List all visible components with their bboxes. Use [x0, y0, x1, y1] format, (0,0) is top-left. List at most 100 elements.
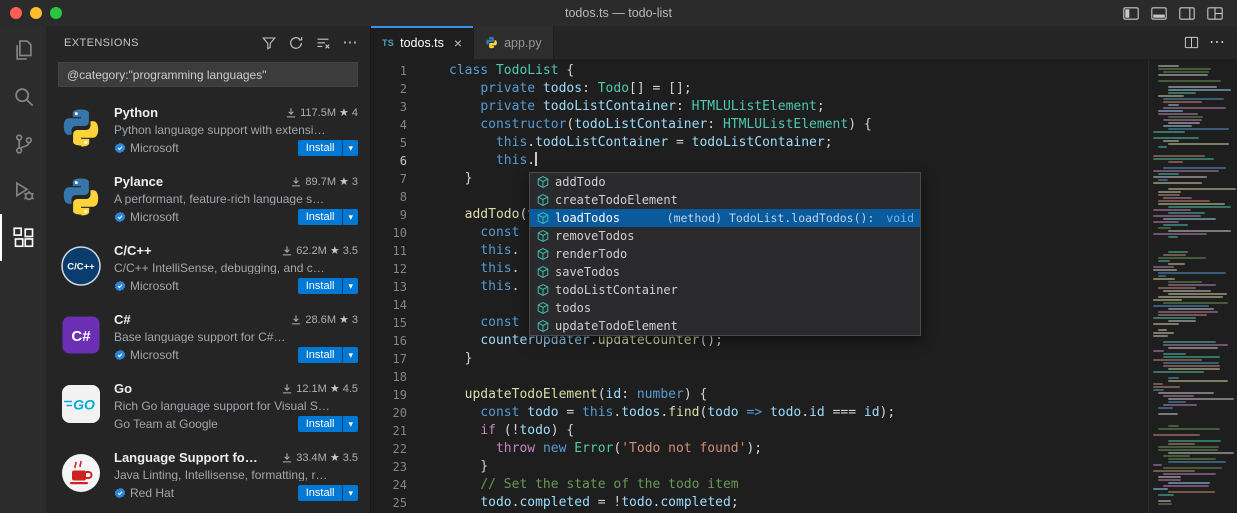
- filter-icon[interactable]: [259, 33, 279, 53]
- code-line[interactable]: private todoListContainer: HTMLUListElem…: [449, 98, 1148, 116]
- activity-source-control[interactable]: [0, 120, 46, 167]
- code-line[interactable]: const todo = this.todos.find(todo => tod…: [449, 404, 1148, 422]
- extension-list-item[interactable]: Pylance 89.7M ★ 3 A performant, feature-…: [46, 165, 370, 234]
- minimap-line: [1158, 392, 1214, 394]
- line-number[interactable]: 8: [371, 188, 407, 206]
- line-number[interactable]: 16: [371, 332, 407, 350]
- code-line[interactable]: }: [449, 458, 1148, 476]
- code-line[interactable]: [449, 368, 1148, 386]
- install-button[interactable]: Install ▾: [298, 278, 358, 294]
- line-number[interactable]: 21: [371, 422, 407, 440]
- line-number[interactable]: 18: [371, 368, 407, 386]
- code-line[interactable]: constructor(todoListContainer: HTMLUList…: [449, 116, 1148, 134]
- minimap-line: [1153, 335, 1168, 337]
- tab-todos-ts[interactable]: TS todos.ts ×: [371, 26, 474, 59]
- install-button[interactable]: Install ▾: [298, 485, 358, 501]
- extension-list-item[interactable]: Python 117.5M ★ 4 Python language suppor…: [46, 96, 370, 165]
- line-number[interactable]: 12: [371, 260, 407, 278]
- line-number[interactable]: 1: [371, 62, 407, 80]
- line-number[interactable]: 24: [371, 476, 407, 494]
- editor-more-actions-icon[interactable]: ⋯: [1209, 36, 1225, 50]
- line-number[interactable]: 10: [371, 224, 407, 242]
- line-number[interactable]: 13: [371, 278, 407, 296]
- more-actions-icon[interactable]: ⋯: [340, 33, 360, 53]
- suggest-item[interactable]: createTodoElement: [530, 191, 920, 209]
- install-dropdown-chevron[interactable]: ▾: [342, 347, 358, 363]
- install-dropdown-chevron[interactable]: ▾: [342, 140, 358, 156]
- code-line[interactable]: }: [449, 350, 1148, 368]
- extension-name: Go: [114, 381, 132, 396]
- suggest-item[interactable]: renderTodo: [530, 245, 920, 263]
- minimap-line: [1158, 413, 1178, 415]
- install-dropdown-chevron[interactable]: ▾: [342, 416, 358, 432]
- line-number[interactable]: 6: [371, 152, 407, 170]
- refresh-icon[interactable]: [286, 33, 306, 53]
- install-button[interactable]: Install ▾: [298, 347, 358, 363]
- code-line[interactable]: todo.completed = !todo.completed;: [449, 494, 1148, 512]
- line-number[interactable]: 23: [371, 458, 407, 476]
- verified-publisher-icon: [114, 280, 126, 292]
- extension-list-item[interactable]: GO Go 12.1M ★ 4.5 Rich Go language suppo…: [46, 372, 370, 441]
- suggest-item[interactable]: todoListContainer: [530, 281, 920, 299]
- line-number[interactable]: 17: [371, 350, 407, 368]
- line-number[interactable]: 25: [371, 494, 407, 512]
- extensions-search-input[interactable]: [58, 62, 358, 87]
- suggest-item[interactable]: addTodo: [530, 173, 920, 191]
- line-number[interactable]: 14: [371, 296, 407, 314]
- activity-extensions[interactable]: [0, 214, 46, 261]
- install-button[interactable]: Install ▾: [298, 416, 358, 432]
- minimap-line: [1163, 473, 1216, 475]
- suggest-item[interactable]: removeTodos: [530, 227, 920, 245]
- symbol-field-icon: [536, 283, 550, 297]
- extension-list-item[interactable]: Language Support fo… 33.4M ★ 3.5 Java Li…: [46, 441, 370, 510]
- suggest-item[interactable]: updateTodoElement: [530, 317, 920, 335]
- extension-list-item[interactable]: C/C++ C/C++ 62.2M ★ 3.5 C/C++ IntelliSen…: [46, 234, 370, 303]
- line-number[interactable]: 19: [371, 386, 407, 404]
- line-number[interactable]: 4: [371, 116, 407, 134]
- toggle-panel-icon[interactable]: [1151, 7, 1167, 20]
- customize-layout-icon[interactable]: [1207, 7, 1223, 20]
- clear-all-icon[interactable]: [313, 33, 333, 53]
- extension-description: C/C++ IntelliSense, debugging, and c…: [114, 261, 358, 274]
- code-line[interactable]: private todos: Todo[] = [];: [449, 80, 1148, 98]
- line-number[interactable]: 9: [371, 206, 407, 224]
- install-dropdown-chevron[interactable]: ▾: [342, 278, 358, 294]
- line-number[interactable]: 3: [371, 98, 407, 116]
- code-line[interactable]: this.: [449, 152, 1148, 170]
- line-number[interactable]: 22: [371, 440, 407, 458]
- install-dropdown-chevron[interactable]: ▾: [342, 209, 358, 225]
- tab-app-py[interactable]: app.py: [474, 26, 554, 59]
- code-line[interactable]: // Set the state of the todo item: [449, 476, 1148, 494]
- extension-list-item[interactable]: C# C# 28.6M ★ 3 Base language support fo…: [46, 303, 370, 372]
- suggest-item[interactable]: loadTodos (method) TodoList.loadTodos():…: [530, 209, 920, 227]
- code-line[interactable]: class TodoList {: [449, 62, 1148, 80]
- publisher-name: Go Team at Google: [114, 417, 218, 431]
- activity-explorer[interactable]: [0, 26, 46, 73]
- toggle-primary-sidebar-icon[interactable]: [1123, 7, 1139, 20]
- toggle-secondary-sidebar-icon[interactable]: [1179, 7, 1195, 20]
- suggest-item[interactable]: saveTodos: [530, 263, 920, 281]
- code-line[interactable]: if (!todo) {: [449, 422, 1148, 440]
- line-number[interactable]: 7: [371, 170, 407, 188]
- close-tab-icon[interactable]: ×: [454, 36, 462, 50]
- line-numbers-gutter[interactable]: 1234567891011121314151617181920212223242…: [371, 59, 415, 513]
- split-editor-icon[interactable]: [1184, 35, 1199, 50]
- minimap[interactable]: [1148, 59, 1237, 513]
- close-window-button[interactable]: [10, 7, 22, 19]
- line-number[interactable]: 5: [371, 134, 407, 152]
- suggest-item[interactable]: todos: [530, 299, 920, 317]
- install-dropdown-chevron[interactable]: ▾: [342, 485, 358, 501]
- activity-search[interactable]: [0, 73, 46, 120]
- line-number[interactable]: 15: [371, 314, 407, 332]
- code-line[interactable]: this.todoListContainer = todoListContain…: [449, 134, 1148, 152]
- line-number[interactable]: 11: [371, 242, 407, 260]
- code-line[interactable]: updateTodoElement(id: number) {: [449, 386, 1148, 404]
- code-line[interactable]: throw new Error('Todo not found');: [449, 440, 1148, 458]
- zoom-window-button[interactable]: [50, 7, 62, 19]
- install-button[interactable]: Install ▾: [298, 140, 358, 156]
- activity-run-debug[interactable]: [0, 167, 46, 214]
- line-number[interactable]: 2: [371, 80, 407, 98]
- minimize-window-button[interactable]: [30, 7, 42, 19]
- install-button[interactable]: Install ▾: [298, 209, 358, 225]
- line-number[interactable]: 20: [371, 404, 407, 422]
